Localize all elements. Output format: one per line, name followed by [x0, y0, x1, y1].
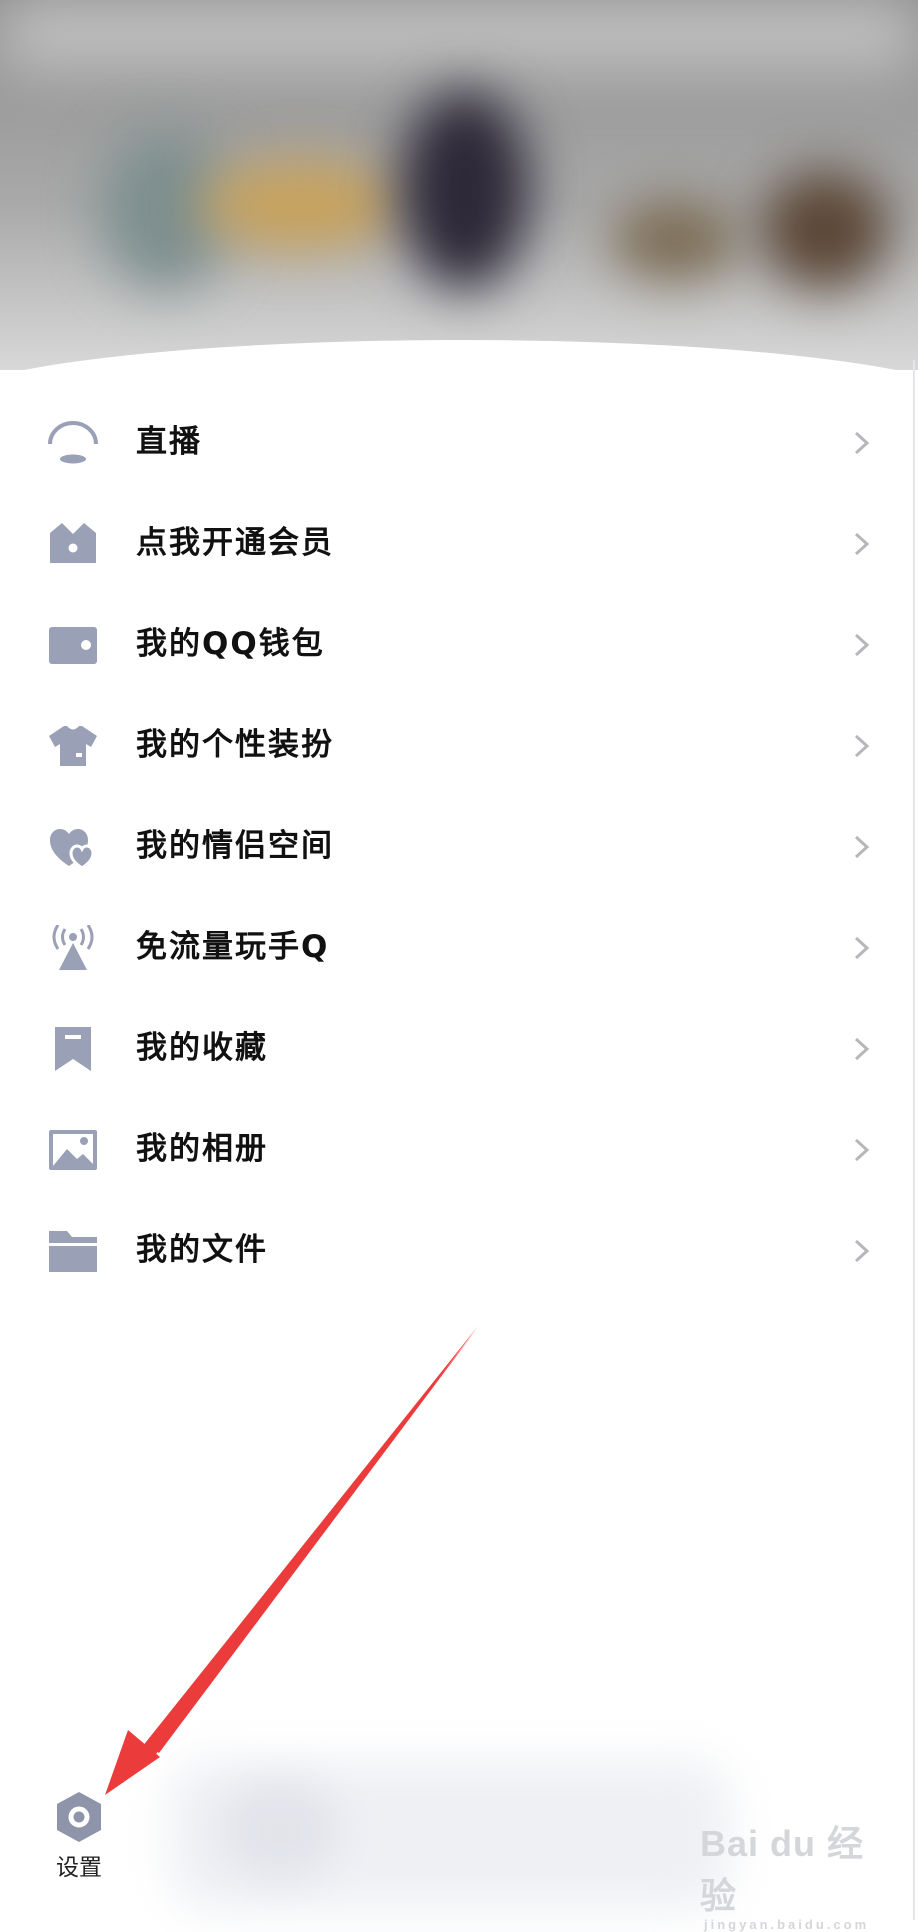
tshirt-icon	[49, 726, 97, 766]
profile-header-background	[0, 0, 918, 370]
menu-item-files[interactable]: 我的文件	[0, 1200, 913, 1301]
chevron-right-icon	[854, 1138, 870, 1162]
crown-icon	[50, 523, 96, 563]
menu-item-vip[interactable]: 点我开通会员	[0, 493, 913, 594]
menu-item-label: 我的情侣空间	[136, 828, 334, 864]
settings-button[interactable]: 设置	[40, 1790, 118, 1895]
watermark-domain: jingyan.baidu.com	[704, 1917, 870, 1932]
menu-item-favorites[interactable]: 我的收藏	[0, 998, 913, 1099]
wallet-icon	[49, 627, 97, 664]
menu-item-label: 我的相册	[136, 1131, 268, 1167]
bottom-bar-blurred-item	[220, 1780, 340, 1880]
menu-item-label: 直播	[136, 424, 202, 460]
chevron-right-icon	[854, 1239, 870, 1263]
chevron-right-icon	[854, 633, 870, 657]
menu-item-album[interactable]: 我的相册	[0, 1099, 913, 1200]
menu-item-label: 我的QQ钱包	[136, 626, 325, 662]
chevron-right-icon	[854, 431, 870, 455]
chevron-right-icon	[854, 532, 870, 556]
folder-icon	[49, 1231, 97, 1272]
side-menu: 直播 点我开通会员 我的QQ钱包 我的个性装扮 我的情侣空间 免流量玩手Q 我的…	[0, 392, 913, 1301]
hearts-icon	[50, 829, 95, 870]
watermark-brand: Bai du 经验	[700, 1823, 865, 1916]
chevron-right-icon	[854, 1037, 870, 1061]
menu-item-free-data[interactable]: 免流量玩手Q	[0, 897, 913, 998]
menu-item-label: 我的收藏	[136, 1030, 268, 1066]
menu-item-label: 免流量玩手Q	[136, 929, 330, 965]
photo-album-icon	[49, 1130, 97, 1170]
menu-item-label: 我的文件	[136, 1232, 268, 1268]
settings-icon	[57, 1792, 101, 1842]
menu-item-label: 点我开通会员	[136, 525, 334, 561]
menu-item-live[interactable]: 直播	[0, 392, 913, 493]
baidu-jingyan-watermark: Bai du 经验 jingyan.baidu.com	[700, 1815, 900, 1932]
bookmark-icon	[55, 1027, 91, 1071]
signal-tower-icon	[52, 925, 94, 970]
menu-item-couple-space[interactable]: 我的情侣空间	[0, 796, 913, 897]
chevron-right-icon	[854, 936, 870, 960]
menu-item-wallet[interactable]: 我的QQ钱包	[0, 594, 913, 695]
settings-label: 设置	[56, 1855, 102, 1881]
menu-item-appearance[interactable]: 我的个性装扮	[0, 695, 913, 796]
live-icon	[48, 421, 98, 464]
chevron-right-icon	[854, 734, 870, 758]
drawer-edge	[913, 360, 915, 1920]
chevron-right-icon	[854, 835, 870, 859]
menu-item-label: 我的个性装扮	[136, 727, 334, 763]
